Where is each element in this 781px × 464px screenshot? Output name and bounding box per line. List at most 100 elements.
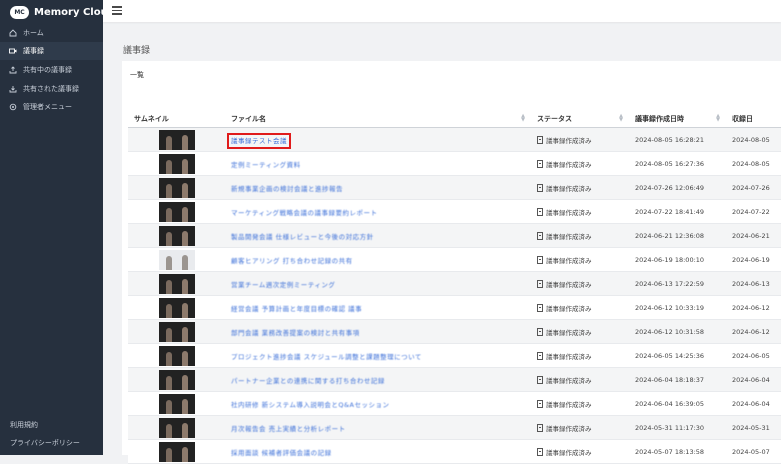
file-name-link[interactable]: マーケティング戦略会議の議事録要約レポート	[231, 209, 377, 217]
created-cell: 2024-06-19 18:00:10	[629, 247, 726, 272]
column-header-recorded[interactable]: 収録日	[726, 110, 781, 128]
filename-cell: 営業チーム週次定例ミーティング	[225, 271, 531, 296]
thumbnail-cell	[128, 175, 225, 200]
filename-cell: パートナー企業との連携に関する打ち合わせ記録	[225, 367, 531, 392]
created-cell: 2024-07-26 12:06:49	[629, 175, 726, 200]
sidebar-item-minutes[interactable]: 議事録	[0, 42, 103, 60]
thumbnail-cell	[128, 199, 225, 224]
video-thumbnail[interactable]	[159, 345, 195, 366]
video-thumbnail[interactable]	[159, 369, 195, 390]
sidebar-item-sharing[interactable]: 共有中の議事録	[0, 61, 103, 79]
table-row[interactable]: 新規事業企画の検討会議と進捗報告 議事録作成済み 2024-07-26 12:06:…	[128, 175, 781, 200]
privacy-policy-link[interactable]: プライバシーポリシー	[10, 438, 80, 448]
thumbnail-cell	[128, 271, 225, 296]
table-row[interactable]: パートナー企業との連携に関する打ち合わせ記録 議事録作成済み 2024-06-04 …	[128, 367, 781, 392]
page-title: 議事録	[123, 46, 151, 56]
filename-cell: 社内研修 新システム導入説明会とQ&Aセッション	[225, 391, 531, 416]
file-name-link[interactable]: 部門会議 業務改善提案の検討と共有事項	[231, 329, 360, 337]
thumbnail-cell	[128, 439, 225, 464]
table-row[interactable]: 部門会議 業務改善提案の検討と共有事項 議事録作成済み 2024-06-12 10:…	[128, 319, 781, 344]
file-name-link[interactable]: 経営会議 予算計画と年度目標の確認 議事	[231, 305, 362, 313]
document-icon	[537, 399, 543, 408]
table-row[interactable]: 議事録テスト会議 議事録作成済み 2024-08-05 16:28:21 2024-0…	[128, 127, 781, 152]
document-icon	[537, 351, 543, 360]
table-row[interactable]: マーケティング戦略会議の議事録要約レポート 議事録作成済み 2024-07-22 1…	[128, 199, 781, 224]
document-icon	[537, 183, 543, 192]
file-name-link[interactable]: 製品開発会議 仕様レビューと今後の対応方針	[231, 233, 374, 241]
filename-cell: 経営会議 予算計画と年度目標の確認 議事	[225, 295, 531, 320]
sidebar-item-shared[interactable]: 共有された議事録	[0, 80, 103, 98]
recorded-cell: 2024-08-05	[726, 151, 781, 176]
filename-cell: 議事録テスト会議	[225, 127, 531, 152]
menu-toggle-icon[interactable]	[112, 6, 122, 15]
status-text: 議事録作成済み	[546, 232, 592, 241]
file-name-link[interactable]: 営業チーム週次定例ミーティング	[231, 281, 335, 289]
thumbnail-cell	[128, 247, 225, 272]
video-thumbnail[interactable]	[159, 249, 195, 270]
file-name-link[interactable]: 採用面談 候補者評価会議の記録	[231, 449, 332, 457]
video-thumbnail[interactable]	[159, 297, 195, 318]
recorded-cell: 2024-05-31	[726, 415, 781, 440]
brand[interactable]: MC Memory Cloud	[10, 3, 115, 21]
sidebar-item-label: 共有された議事録	[23, 85, 79, 93]
top-bar	[103, 0, 781, 22]
table-row[interactable]: 営業チーム週次定例ミーティング 議事録作成済み 2024-06-13 17:22:5…	[128, 271, 781, 296]
filename-cell: マーケティング戦略会議の議事録要約レポート	[225, 199, 531, 224]
table-row[interactable]: 製品開発会議 仕様レビューと今後の対応方針 議事録作成済み 2024-06-21 1…	[128, 223, 781, 248]
table-row[interactable]: プロジェクト進捗会議 スケジュール調整と課題整理について 議事録作成済み 2024-…	[128, 343, 781, 368]
video-thumbnail[interactable]	[159, 129, 195, 150]
status-text: 議事録作成済み	[546, 424, 592, 433]
status-cell: 議事録作成済み	[531, 151, 629, 176]
recorded-cell: 2024-07-26	[726, 175, 781, 200]
video-thumbnail[interactable]	[159, 153, 195, 174]
thumbnail-cell	[128, 391, 225, 416]
video-thumbnail[interactable]	[159, 393, 195, 414]
filename-cell: 月次報告会 売上実績と分析レポート	[225, 415, 531, 440]
video-thumbnail[interactable]	[159, 417, 195, 438]
table-row[interactable]: 社内研修 新システム導入説明会とQ&Aセッション 議事録作成済み 2024-06-0…	[128, 391, 781, 416]
table-row[interactable]: 定例ミーティング資料 議事録作成済み 2024-08-05 16:27:36 2024…	[128, 151, 781, 176]
file-name-link[interactable]: 社内研修 新システム導入説明会とQ&Aセッション	[231, 401, 390, 409]
file-name-link[interactable]: 議事録テスト会議	[227, 132, 291, 149]
terms-link[interactable]: 利用規約	[10, 420, 38, 430]
table-row[interactable]: 月次報告会 売上実績と分析レポート 議事録作成済み 2024-05-31 11:17…	[128, 415, 781, 440]
sort-icon: ▲ ▼	[619, 113, 623, 123]
file-name-link[interactable]: 定例ミーティング資料	[231, 161, 301, 169]
video-thumbnail[interactable]	[159, 441, 195, 462]
status-text: 議事録作成済み	[546, 352, 592, 361]
document-icon	[537, 303, 543, 312]
cloud-logo-icon: MC	[10, 5, 29, 19]
video-thumbnail[interactable]	[159, 321, 195, 342]
file-name-link[interactable]: プロジェクト進捗会議 スケジュール調整と課題整理について	[231, 353, 422, 361]
file-name-link[interactable]: 顧客ヒアリング 打ち合わせ記録の共有	[231, 257, 353, 265]
document-icon	[537, 375, 543, 384]
table-header-row: サムネイル ファイル名 ▲ ▼ ステータス ▲ ▼ 議事録作成日時 ▲ ▼ 収録日	[128, 110, 781, 128]
video-icon	[9, 47, 17, 55]
column-header-created[interactable]: 議事録作成日時 ▲ ▼	[629, 110, 726, 128]
video-thumbnail[interactable]	[159, 225, 195, 246]
share-icon	[9, 66, 17, 74]
filename-cell: 顧客ヒアリング 打ち合わせ記録の共有	[225, 247, 531, 272]
recorded-cell: 2024-06-04	[726, 367, 781, 392]
sidebar-item-label: 共有中の議事録	[23, 66, 72, 74]
gear-icon	[9, 103, 17, 111]
created-cell: 2024-06-04 18:18:37	[629, 367, 726, 392]
video-thumbnail[interactable]	[159, 177, 195, 198]
file-name-link[interactable]: 月次報告会 売上実績と分析レポート	[231, 425, 346, 433]
file-name-link[interactable]: 新規事業企画の検討会議と進捗報告	[231, 185, 343, 193]
video-thumbnail[interactable]	[159, 273, 195, 294]
video-thumbnail[interactable]	[159, 201, 195, 222]
status-text: 議事録作成済み	[546, 328, 592, 337]
column-header-filename[interactable]: ファイル名 ▲ ▼	[225, 110, 531, 128]
status-text: 議事録作成済み	[546, 256, 592, 265]
created-cell: 2024-06-12 10:33:19	[629, 295, 726, 320]
recorded-cell: 2024-07-22	[726, 199, 781, 224]
table-row[interactable]: 顧客ヒアリング 打ち合わせ記録の共有 議事録作成済み 2024-06-19 18:0…	[128, 247, 781, 272]
sidebar-item-home[interactable]: ホーム	[0, 24, 103, 42]
table-row[interactable]: 採用面談 候補者評価会議の記録 議事録作成済み 2024-05-07 18:13:5…	[128, 439, 781, 464]
table-row[interactable]: 経営会議 予算計画と年度目標の確認 議事 議事録作成済み 2024-06-12 10…	[128, 295, 781, 320]
column-header-status[interactable]: ステータス ▲ ▼	[531, 110, 629, 128]
sidebar-item-admin[interactable]: 管理者メニュー	[0, 98, 103, 116]
minutes-table: サムネイル ファイル名 ▲ ▼ ステータス ▲ ▼ 議事録作成日時 ▲ ▼ 収録日 議事録テ…	[128, 110, 781, 464]
file-name-link[interactable]: パートナー企業との連携に関する打ち合わせ記録	[231, 377, 385, 385]
